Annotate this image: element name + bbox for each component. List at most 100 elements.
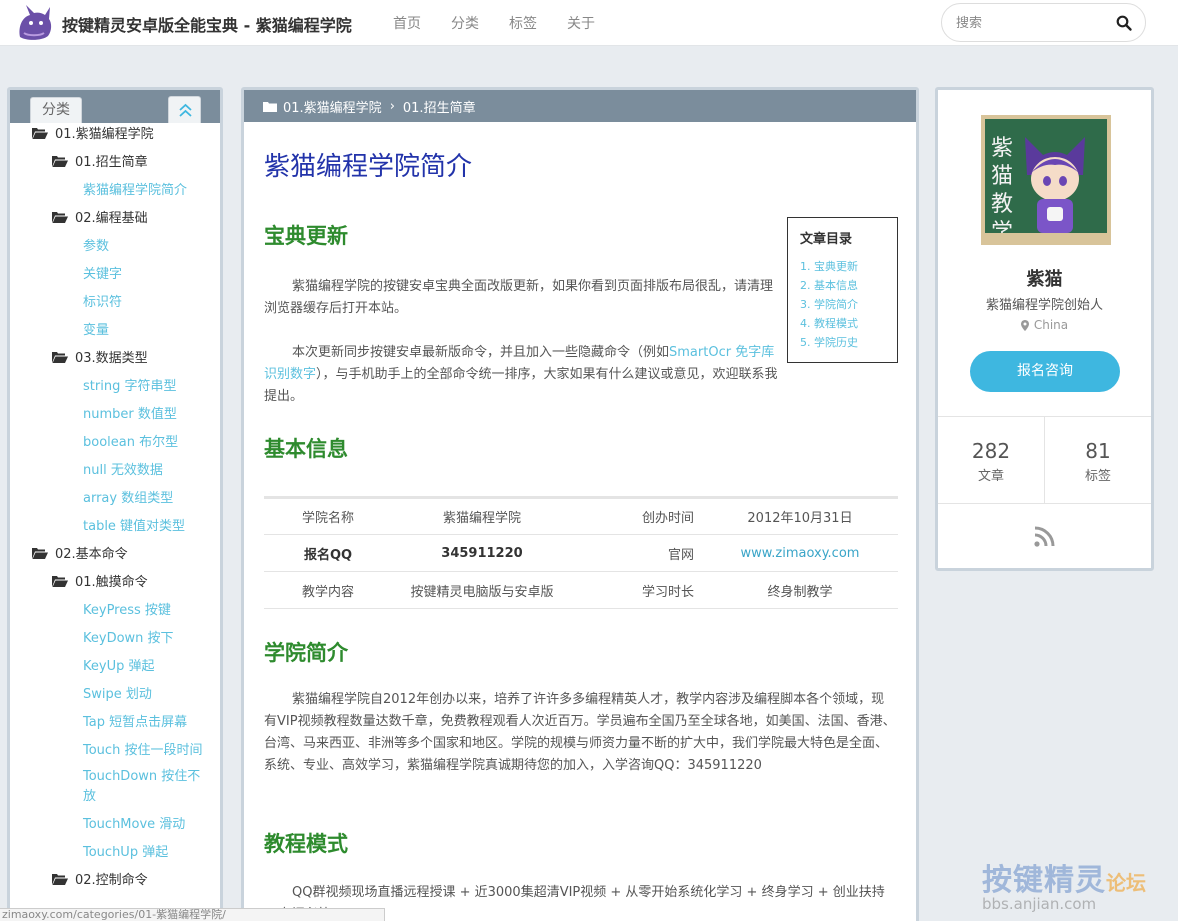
nav-categories[interactable]: 分类 — [451, 13, 479, 33]
article-title: 紫猫编程学院简介 — [264, 152, 473, 182]
cat-logo-icon[interactable] — [14, 3, 54, 43]
table-cell: 官网 — [572, 534, 702, 572]
folder-open-icon — [52, 211, 68, 223]
profile-name: 紫猫 — [1026, 269, 1063, 290]
folder-open-icon — [52, 873, 68, 885]
profile-role: 紫猫编程学院创始人 — [985, 298, 1103, 313]
tree-folder-label: 01.紫猫编程学院 — [55, 127, 154, 142]
tree-leaf[interactable]: 关键字 — [83, 263, 122, 282]
paragraph-update-1: 紫猫编程学院的按键安卓宝典全面改版更新，如果你看到页面排版布局很乱，请清理浏览器… — [264, 279, 774, 316]
table-cell: 2012年10月31日 — [702, 496, 898, 535]
toc-item[interactable]: 5. 学院历史 — [800, 333, 885, 352]
toc-item[interactable]: 4. 教程模式 — [800, 314, 885, 333]
folder-icon — [263, 101, 277, 112]
toc-item[interactable]: 1. 宝典更新 — [800, 257, 885, 276]
tree-leaf[interactable]: 参数 — [83, 235, 109, 254]
enroll-consult-button[interactable]: 报名咨询 — [970, 351, 1120, 392]
table-row: 学院名称 紫猫编程学院 创办时间 2012年10月31日 — [264, 496, 898, 535]
search-icon[interactable] — [1115, 14, 1133, 32]
stat-articles[interactable]: 282 文章 — [938, 417, 1044, 503]
tree-leaf[interactable]: null 无效数据 — [83, 459, 163, 478]
toc-item[interactable]: 3. 学院简介 — [800, 295, 885, 314]
tree-leaf[interactable]: TouchDown 按住不放 — [83, 767, 203, 807]
paragraph-text: ），与手机助手上的全部命令统一排序，大家如果有什么建议或意见，欢迎联系我提出。 — [264, 367, 778, 404]
category-sidebar: 分类 01.紫猫编程学院 01.招生简章紫猫编程学院简介 02.编程基础参数关键字标… — [7, 87, 223, 921]
tab-categories[interactable]: 分类 — [30, 97, 82, 123]
folder-open-icon — [32, 127, 48, 139]
tree-leaf[interactable]: number 数值型 — [83, 403, 177, 422]
section-heading-intro: 学院简介 — [264, 641, 348, 665]
table-cell: 创办时间 — [572, 496, 702, 535]
nav-about[interactable]: 关于 — [567, 13, 595, 33]
rss-icon[interactable] — [1033, 526, 1055, 548]
site-title[interactable]: 按键精灵安卓版全能宝典 - 紫猫编程学院 — [62, 12, 352, 36]
tree-leaf[interactable]: string 字符串型 — [83, 375, 176, 394]
double-chevron-up-icon — [179, 103, 192, 117]
folder-open-icon — [52, 351, 68, 363]
tree-folder[interactable]: 01.紫猫编程学院 — [32, 123, 154, 142]
tree-folder[interactable]: 02.基本命令 — [32, 543, 128, 562]
breadcrumb-separator: › — [389, 98, 395, 114]
section-heading-mode: 教程模式 — [264, 832, 348, 856]
tree-leaf[interactable]: Swipe 划动 — [83, 683, 152, 702]
toc-title: 文章目录 — [800, 232, 853, 247]
table-cell: 紫猫编程学院 — [392, 496, 572, 535]
breadcrumb: 01.紫猫编程学院 › 01.招生简章 — [244, 90, 916, 122]
nav-home[interactable]: 首页 — [393, 13, 421, 33]
top-navbar: 按键精灵安卓版全能宝典 - 紫猫编程学院 首页 分类 标签 关于 — [0, 0, 1178, 46]
svg-text:紫: 紫 — [991, 136, 1013, 161]
tree-leaf[interactable]: Touch 按住一段时间 — [83, 739, 202, 758]
profile-stats: 282 文章 81 标签 — [938, 416, 1151, 504]
tree-leaf[interactable]: 变量 — [83, 319, 109, 338]
tree-leaf[interactable]: KeyDown 按下 — [83, 627, 174, 646]
browser-status-bar: zimaoxy.com/categories/01-紫猫编程学院/ — [0, 908, 385, 921]
tree-leaf[interactable]: TouchUp 弹起 — [83, 841, 168, 860]
collapse-tab[interactable] — [168, 96, 201, 123]
watermark-forum: 论坛 — [1106, 871, 1146, 895]
folder-open-icon — [52, 575, 68, 587]
map-marker-icon — [1020, 319, 1029, 331]
tree-folder[interactable]: 01.触摸命令 — [52, 571, 148, 590]
tree-leaf[interactable]: 紫猫编程学院简介 — [83, 179, 187, 198]
tree-leaf[interactable]: boolean 布尔型 — [83, 431, 178, 450]
table-cell: 学院名称 — [264, 496, 392, 535]
folder-open-icon — [52, 155, 68, 167]
tree-folder[interactable]: 03.数据类型 — [52, 347, 148, 366]
tree-leaf[interactable]: table 键值对类型 — [83, 515, 185, 534]
tree-folder-label: 01.触摸命令 — [75, 575, 148, 590]
breadcrumb-category[interactable]: 01.紫猫编程学院 — [283, 97, 382, 116]
tree-leaf[interactable]: TouchMove 滑动 — [83, 813, 185, 832]
toc-item[interactable]: 2. 基本信息 — [800, 276, 885, 295]
table-row: 报名QQ 345911220 官网 www.zimaoxy.com — [264, 534, 898, 572]
tree-folder-label: 02.控制命令 — [75, 873, 148, 888]
nav-tags[interactable]: 标签 — [509, 13, 537, 33]
search-input[interactable] — [956, 13, 1106, 33]
section-heading-update: 宝典更新 — [264, 224, 348, 248]
profile-card: 紫 猫 教 学 紫猫 紫猫编程学院创始人 China 报名咨询 282 文章 8… — [935, 87, 1154, 571]
stat-label: 文章 — [977, 469, 1004, 484]
table-cell: 报名QQ — [264, 534, 392, 572]
tree-folder[interactable]: 02.编程基础 — [52, 207, 148, 226]
avatar[interactable]: 紫 猫 教 学 — [981, 115, 1111, 245]
tree-leaf[interactable]: KeyUp 弹起 — [83, 655, 154, 674]
tree-leaf[interactable]: KeyPress 按键 — [83, 599, 171, 618]
tree-folder-label: 02.基本命令 — [55, 547, 128, 562]
tree-leaf[interactable]: Tap 短暂点击屏幕 — [83, 711, 187, 730]
tree-folder[interactable]: 02.控制命令 — [52, 869, 148, 888]
svg-text:教: 教 — [991, 192, 1013, 217]
tree-folder[interactable]: 01.招生简章 — [52, 151, 148, 170]
breadcrumb-subcategory[interactable]: 01.招生简章 — [403, 97, 476, 116]
tree-leaf[interactable]: array 数组类型 — [83, 487, 173, 506]
watermark-brand: 按键精灵 — [982, 863, 1106, 898]
table-cell: 345911220 — [392, 534, 572, 572]
stat-tags[interactable]: 81 标签 — [1044, 417, 1151, 503]
tree-leaf[interactable]: 标识符 — [83, 291, 122, 310]
profile-location: China — [938, 318, 1151, 332]
search-box — [941, 3, 1146, 42]
table-row: 教学内容 按键精灵电脑版与安卓版 学习时长 终身制教学 — [264, 571, 898, 609]
website-link[interactable]: www.zimaoxy.com — [702, 534, 898, 572]
svg-text:猫: 猫 — [991, 164, 1013, 189]
paragraph-text: 本次更新同步按键安卓最新版命令，并且加入一些隐藏命令（例如 — [292, 345, 670, 360]
paragraph-update-2: 本次更新同步按键安卓最新版命令，并且加入一些隐藏命令（例如SmartOcr 免字… — [264, 342, 784, 408]
main-nav: 首页 分类 标签 关于 — [393, 13, 595, 33]
